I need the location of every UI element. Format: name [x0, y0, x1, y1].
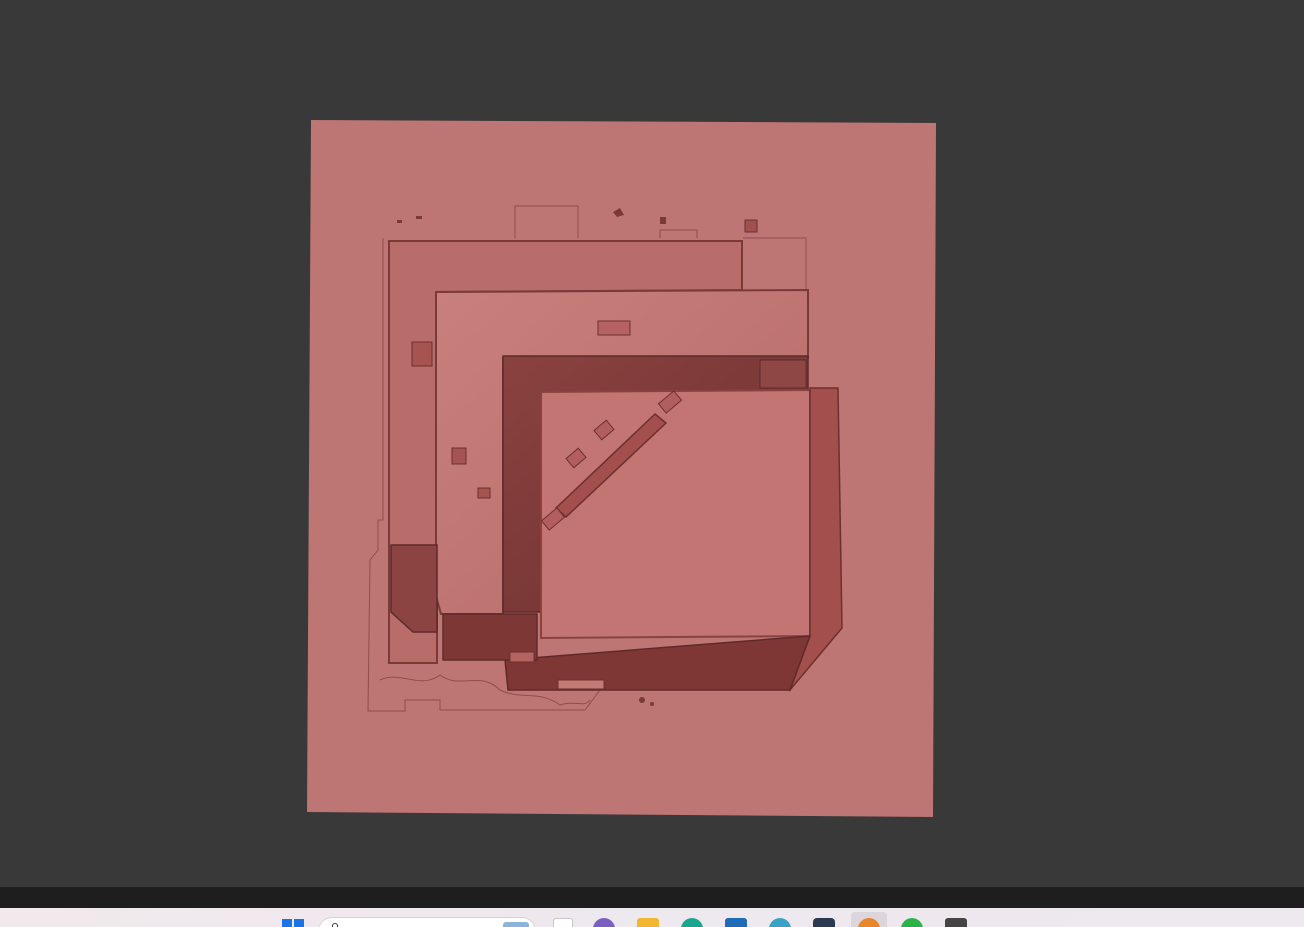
- roof-vent-4: [477, 487, 491, 499]
- search-highlight-icon: [503, 922, 529, 927]
- task-view-icon[interactable]: [553, 918, 573, 927]
- whatsapp-icon[interactable]: [901, 918, 923, 927]
- roof-vent-6: [509, 651, 535, 663]
- main-roof: [540, 388, 811, 640]
- viewport-bottom-bar: [0, 887, 1304, 908]
- west-wing-end: [390, 544, 438, 633]
- roof-vent-1: [597, 320, 631, 336]
- 3d-viewport[interactable]: [0, 0, 1304, 887]
- search-icon: ⚲: [331, 921, 339, 927]
- relief-model-view[interactable]: [0, 0, 1304, 887]
- chrome-icon[interactable]: [769, 918, 791, 927]
- edge-browser-icon[interactable]: [681, 918, 703, 927]
- store-icon[interactable]: [725, 918, 747, 927]
- app-dark-icon[interactable]: [813, 918, 835, 927]
- app-circle-icon[interactable]: [593, 918, 615, 927]
- roof-vent-5: [557, 679, 605, 690]
- roof-vent-2: [411, 341, 433, 367]
- terminal-icon[interactable]: [945, 918, 967, 927]
- roof-vent-block: [759, 359, 807, 389]
- roof-vent-3: [451, 447, 467, 465]
- file-explorer-icon[interactable]: [637, 918, 659, 927]
- taskbar-search-box[interactable]: ⚲: [318, 917, 536, 927]
- taskbar: ⚲: [0, 908, 1304, 927]
- windows-start-icon[interactable]: [282, 919, 304, 927]
